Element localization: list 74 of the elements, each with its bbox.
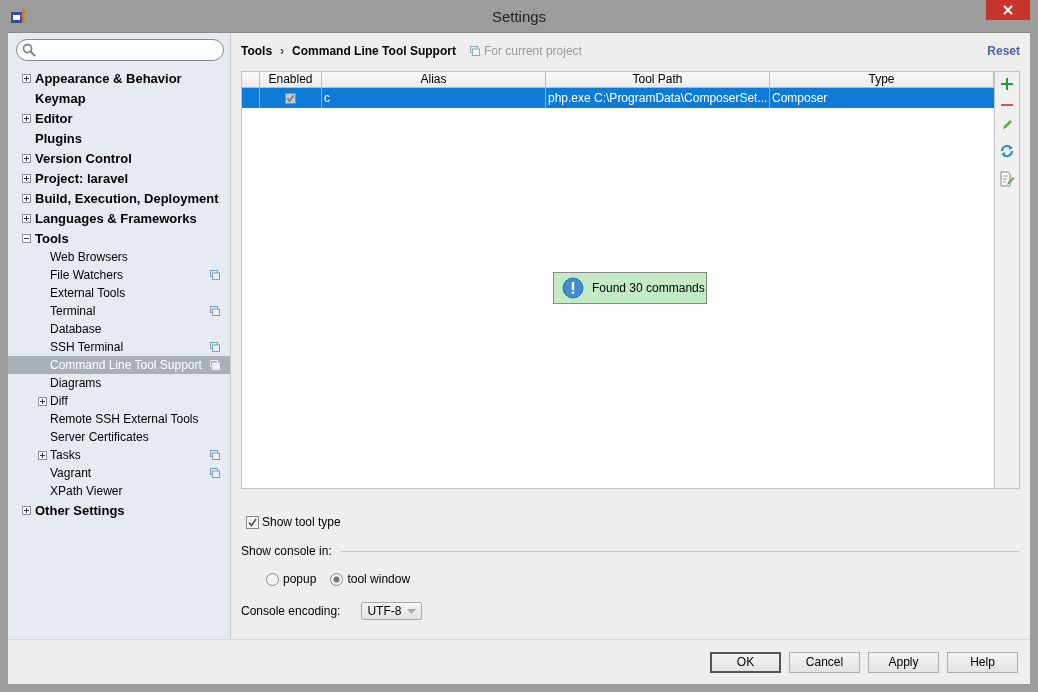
expand-icon[interactable] <box>22 113 31 123</box>
checkbox[interactable] <box>285 92 296 104</box>
tree-item[interactable]: Database <box>8 320 230 338</box>
expand-icon[interactable] <box>22 213 31 223</box>
breadcrumb-current: Command Line Tool Support <box>292 44 456 58</box>
tree-item[interactable]: Vagrant <box>8 464 230 482</box>
tree-item[interactable]: Diagrams <box>8 374 230 392</box>
tree-item[interactable]: Other Settings <box>8 500 230 520</box>
dialog-button[interactable]: OK <box>710 651 781 673</box>
radio-label[interactable]: popup <box>283 572 317 586</box>
tree-item[interactable]: Version Control <box>8 148 230 168</box>
window-title: Settings <box>491 7 547 25</box>
radio-button[interactable] <box>330 572 344 586</box>
radio-label[interactable]: tool window <box>347 572 411 586</box>
tree-item[interactable]: Project: laravel <box>8 168 230 188</box>
section-label: Show console in: <box>241 544 332 558</box>
expand-icon[interactable] <box>22 153 31 163</box>
expand-icon[interactable] <box>22 73 31 83</box>
search-field[interactable] <box>16 39 224 61</box>
tree-item[interactable]: Terminal <box>8 302 230 320</box>
tree-item[interactable]: Keymap <box>8 88 230 108</box>
table-cell: c <box>322 88 546 108</box>
dialog-button[interactable]: Cancel <box>789 651 860 673</box>
encoding-dropdown[interactable]: UTF-8 <box>361 602 423 620</box>
expand-icon[interactable] <box>22 505 31 515</box>
column-header[interactable]: Alias <box>322 72 546 87</box>
tree-item[interactable]: Remote SSH External Tools <box>8 410 230 428</box>
edit-document-icon[interactable] <box>999 171 1015 187</box>
column-header[interactable]: Type <box>770 72 994 87</box>
app-logo-icon <box>10 7 28 25</box>
column-header[interactable]: Enabled <box>260 72 322 87</box>
tree-item[interactable]: Diff <box>8 392 230 410</box>
dialog-button[interactable]: Help <box>947 651 1018 673</box>
expand-icon[interactable] <box>22 193 31 203</box>
breadcrumb-parent: Tools <box>241 44 273 58</box>
tree-item[interactable]: File Watchers <box>8 266 230 284</box>
scope-label: For current project <box>483 44 582 58</box>
radio-button[interactable] <box>266 572 279 586</box>
close-button[interactable] <box>986 0 1030 20</box>
tree-item[interactable]: External Tools <box>8 284 230 302</box>
tree-item[interactable]: Plugins <box>8 128 230 148</box>
close-icon <box>1003 5 1013 15</box>
add-icon[interactable] <box>1000 77 1014 91</box>
search-icon <box>22 43 36 57</box>
expand-icon[interactable] <box>38 396 47 406</box>
dialog-button[interactable]: Apply <box>868 651 939 673</box>
tree-item[interactable]: Server Certificates <box>8 428 230 446</box>
tree-item[interactable]: Appearance & Behavior <box>8 68 230 88</box>
remove-icon[interactable] <box>1000 103 1014 107</box>
reset-link[interactable]: Reset <box>987 44 1020 58</box>
table-cell-text: Composer <box>771 90 829 107</box>
checkbox-label[interactable]: Show tool type <box>262 515 341 529</box>
field-label: Console encoding: <box>241 604 341 618</box>
table-row[interactable]: c php.exe C:\ProgramData\ComposerSet... Composer <box>242 88 994 108</box>
tree-item[interactable]: XPath Viewer <box>8 482 230 500</box>
tree-item[interactable]: Tasks <box>8 446 230 464</box>
project-scope-icon <box>469 46 480 56</box>
caret-icon <box>407 608 417 614</box>
expand-icon[interactable] <box>22 173 31 183</box>
tree-item[interactable]: Editor <box>8 108 230 128</box>
expand-icon[interactable] <box>38 450 47 460</box>
column-header[interactable]: Tool Path <box>546 72 770 87</box>
collapse-icon[interactable] <box>22 233 31 243</box>
notification-text: Found 30 commands <box>592 281 705 295</box>
tree-item[interactable]: Web Browsers <box>8 248 230 266</box>
refresh-icon[interactable] <box>999 143 1015 159</box>
table-cell: php.exe C:\ProgramData\ComposerSet... <box>546 88 770 108</box>
info-icon <box>562 277 584 299</box>
tree-item[interactable]: Languages & Frameworks <box>8 208 230 228</box>
checkbox[interactable] <box>246 515 259 529</box>
tree-item[interactable]: SSH Terminal <box>8 338 230 356</box>
tree-item[interactable]: Build, Execution, Deployment <box>8 188 230 208</box>
tree-item[interactable]: Tools <box>8 228 230 248</box>
breadcrumb-separator: › <box>280 44 285 58</box>
